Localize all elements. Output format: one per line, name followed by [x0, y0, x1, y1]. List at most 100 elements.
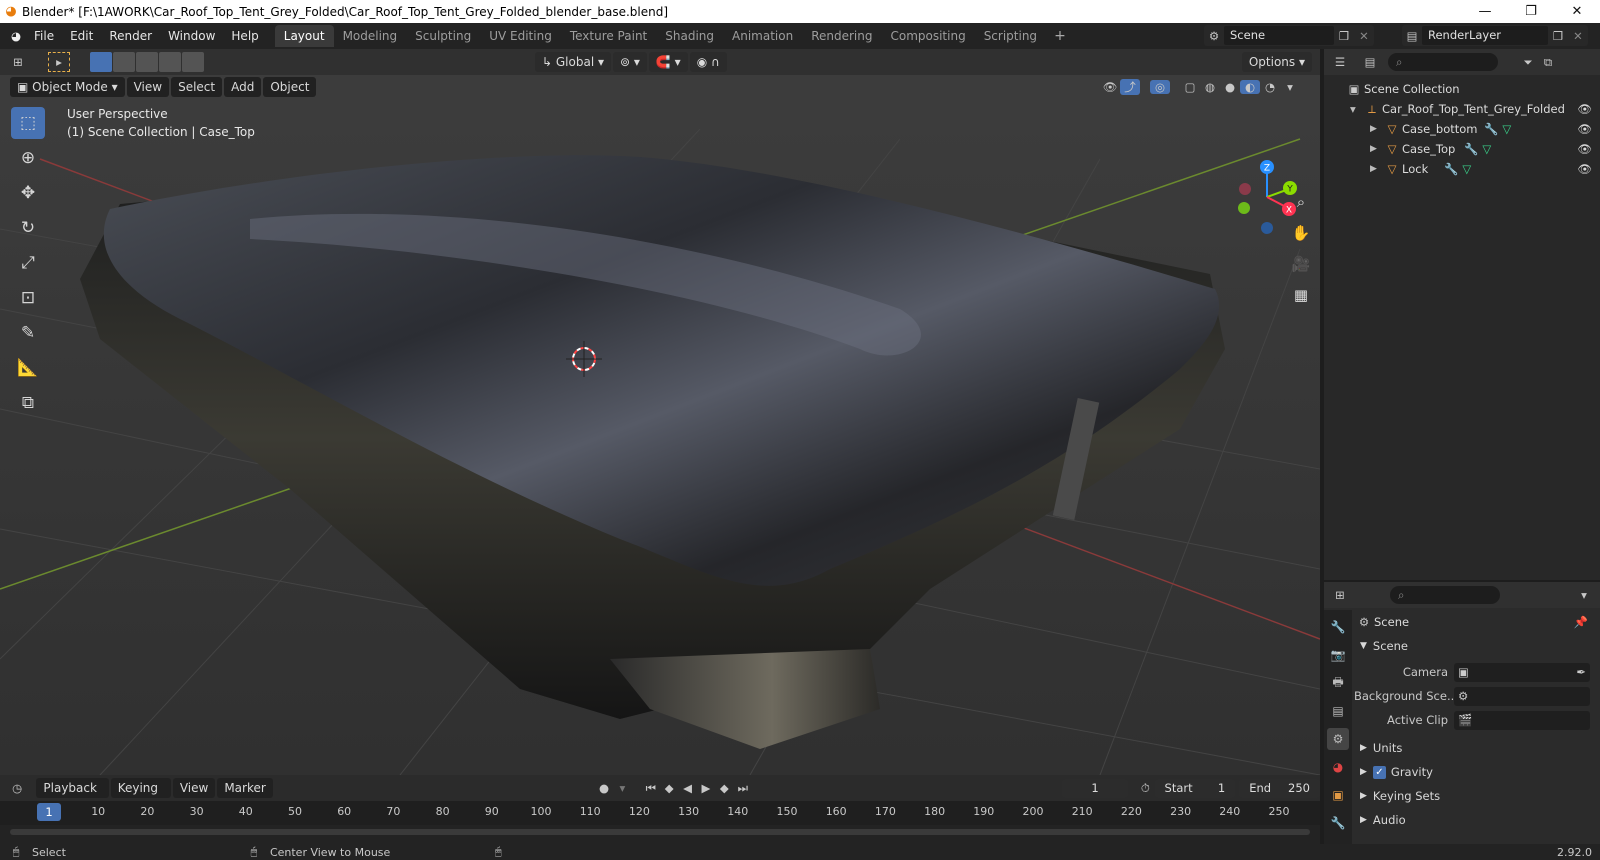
- tab-uv-editing[interactable]: UV Editing: [480, 25, 561, 47]
- display-mode-icon[interactable]: ▤: [1360, 55, 1380, 69]
- wireframe-shading-icon[interactable]: ◍: [1200, 80, 1220, 94]
- scene-panel-header[interactable]: ▼ Scene: [1354, 634, 1600, 658]
- tab-compositing[interactable]: Compositing: [881, 25, 974, 47]
- zoom-icon[interactable]: ⌕: [1288, 189, 1314, 215]
- menu-edit[interactable]: Edit: [62, 23, 101, 49]
- expand-arrow-icon[interactable]: ▶: [1370, 124, 1382, 134]
- gravity-checkbox[interactable]: ✓: [1372, 765, 1386, 779]
- new-collection-icon[interactable]: ⧉: [1538, 55, 1558, 70]
- solid-shading-icon[interactable]: ●: [1220, 80, 1240, 94]
- tab-texture-paint[interactable]: Texture Paint: [561, 25, 656, 47]
- outliner-object-row[interactable]: ▶ ▽ Lock 🔧 ▽ 👁: [1324, 159, 1600, 179]
- play-reverse-icon[interactable]: ◀: [678, 781, 696, 795]
- timeline-editor-icon[interactable]: ◷: [8, 781, 26, 795]
- select-intersect-icon[interactable]: [182, 52, 204, 72]
- start-frame-field[interactable]: Start 1: [1154, 778, 1236, 798]
- pivot-point-dropdown[interactable]: ⊚ ▾: [613, 52, 647, 72]
- menu-window[interactable]: Window: [160, 23, 223, 49]
- select-box-tool-icon[interactable]: ⬚: [11, 107, 45, 139]
- modifier-icon[interactable]: 🔧: [1444, 162, 1458, 176]
- menu-file[interactable]: File: [26, 23, 62, 49]
- select-menu[interactable]: Select: [171, 77, 223, 97]
- render-tab-icon[interactable]: 📷: [1327, 644, 1349, 666]
- visibility-eye-icon[interactable]: 👁: [1577, 102, 1592, 116]
- outliner-search-input[interactable]: ⌕: [1388, 53, 1498, 71]
- stopwatch-icon[interactable]: ⏱: [1136, 781, 1154, 796]
- remove-scene-icon[interactable]: ✕: [1354, 29, 1374, 43]
- output-tab-icon[interactable]: 🖶: [1327, 672, 1349, 694]
- play-icon[interactable]: ▶: [697, 781, 715, 795]
- select-extend-icon[interactable]: [113, 52, 135, 72]
- camera-view-icon[interactable]: 🎥: [1288, 251, 1314, 277]
- restore-icon[interactable]: ❐: [1508, 4, 1554, 19]
- add-menu[interactable]: Add: [224, 77, 262, 97]
- expand-arrow-icon[interactable]: ▾: [1350, 102, 1362, 116]
- marker-menu[interactable]: Marker: [217, 778, 273, 798]
- jump-end-icon[interactable]: ⏭: [734, 781, 752, 796]
- 3d-viewport[interactable]: ⊞ ▸ ↳ Global ▾ ⊚ ▾ 🧲 ▾ ◉ ∩ Options ▾ ▣ O…: [0, 49, 1320, 775]
- move-tool-icon[interactable]: ✥: [11, 177, 45, 209]
- select-new-icon[interactable]: [90, 52, 112, 72]
- object-mode-dropdown[interactable]: ▣ Object Mode ▾: [10, 77, 125, 97]
- properties-editor-icon[interactable]: ⊞: [1330, 588, 1350, 602]
- modifier-icon[interactable]: 🔧: [1464, 142, 1478, 156]
- outliner-object-row[interactable]: ▶ ▽ Case_Top 🔧 ▽ 👁: [1324, 139, 1600, 159]
- gravity-panel-header[interactable]: ▶ ✓ Gravity: [1354, 760, 1600, 784]
- outliner-collection-row[interactable]: ▾ ⟂ Car_Roof_Top_Tent_Grey_Folded 👁: [1324, 99, 1600, 119]
- jump-start-icon[interactable]: ⏮: [642, 781, 660, 796]
- expand-arrow-icon[interactable]: ▶: [1370, 164, 1382, 174]
- tab-rendering[interactable]: Rendering: [802, 25, 881, 47]
- duplicate-layer-icon[interactable]: ❐: [1548, 29, 1568, 43]
- active-tool-icon[interactable]: ▸: [48, 52, 70, 72]
- pan-hand-icon[interactable]: ✋: [1288, 220, 1314, 246]
- gizmo-neg-x-handle[interactable]: [1239, 183, 1251, 195]
- modifier-tab-icon[interactable]: 🔧: [1327, 812, 1349, 834]
- outliner-editor-icon[interactable]: ☰: [1330, 55, 1350, 69]
- gizmo-neg-y-handle[interactable]: [1238, 202, 1250, 214]
- eyedropper-icon[interactable]: ✒: [1576, 665, 1586, 679]
- transform-orientation-dropdown[interactable]: ↳ Global ▾: [535, 52, 611, 72]
- ortho-grid-icon[interactable]: ▦: [1288, 282, 1314, 308]
- material-shading-icon[interactable]: ◐: [1240, 80, 1260, 94]
- world-tab-icon[interactable]: ◕: [1327, 756, 1349, 778]
- tab-scripting[interactable]: Scripting: [975, 25, 1046, 47]
- gizmo-toggle-icon[interactable]: ⤴: [1120, 79, 1140, 95]
- units-panel-header[interactable]: ▶ Units: [1354, 736, 1600, 760]
- expand-arrow-icon[interactable]: ▶: [1370, 144, 1382, 154]
- overlay-toggle-icon[interactable]: ◎: [1150, 80, 1170, 94]
- camera-field[interactable]: ▣ ✒: [1454, 662, 1590, 682]
- view-layer-field[interactable]: RenderLayer: [1422, 26, 1548, 45]
- timeline-view-menu[interactable]: View: [172, 778, 216, 798]
- properties-search-input[interactable]: ⌕: [1390, 586, 1500, 604]
- keying-menu[interactable]: Keying ▾: [110, 778, 171, 815]
- select-invert-icon[interactable]: [159, 52, 181, 72]
- properties-options-icon[interactable]: ▾: [1574, 588, 1594, 602]
- snap-toggle[interactable]: 🧲 ▾: [648, 52, 688, 72]
- view-layer-selector[interactable]: ▤ RenderLayer ❐ ✕: [1402, 25, 1588, 46]
- add-workspace-icon[interactable]: +: [1046, 28, 1074, 44]
- rendered-shading-icon[interactable]: ◔: [1260, 80, 1280, 94]
- frame-ruler[interactable]: 1 10 20 30 40 50 60 70 80 90 100 110 120 130 140 150 16…: [0, 801, 1320, 825]
- menu-help[interactable]: Help: [223, 23, 266, 49]
- visibility-eye-icon[interactable]: 👁: [1577, 162, 1592, 176]
- timeline-scrollbar[interactable]: [10, 829, 1310, 835]
- menu-render[interactable]: Render: [101, 23, 160, 49]
- scene-selector[interactable]: ⚙ Scene ❐ ✕: [1204, 25, 1374, 46]
- duplicate-scene-icon[interactable]: ❐: [1334, 29, 1354, 43]
- tab-layout[interactable]: Layout: [274, 25, 334, 47]
- audio-panel-header[interactable]: ▶ Audio: [1354, 808, 1600, 832]
- mesh-data-icon[interactable]: ▽: [1502, 122, 1511, 136]
- background-scene-field[interactable]: ⚙: [1454, 686, 1590, 706]
- add-cube-tool-icon[interactable]: ⧉: [11, 387, 45, 419]
- object-tab-icon[interactable]: ▣: [1327, 784, 1349, 806]
- outliner-object-row[interactable]: ▶ ▽ Case_bottom 🔧 ▽ 👁: [1324, 119, 1600, 139]
- blender-menu-icon[interactable]: ◕: [6, 29, 26, 43]
- scale-tool-icon[interactable]: ⤢: [11, 247, 45, 279]
- tab-modeling[interactable]: Modeling: [334, 25, 407, 47]
- editor-type-icon[interactable]: ⊞: [8, 55, 28, 69]
- minimize-icon[interactable]: —: [1462, 4, 1508, 19]
- rotate-tool-icon[interactable]: ↻: [11, 212, 45, 244]
- modifier-icon[interactable]: 🔧: [1484, 122, 1498, 136]
- tab-sculpting[interactable]: Sculpting: [406, 25, 480, 47]
- outliner-scene-collection[interactable]: ▣ Scene Collection: [1324, 79, 1600, 99]
